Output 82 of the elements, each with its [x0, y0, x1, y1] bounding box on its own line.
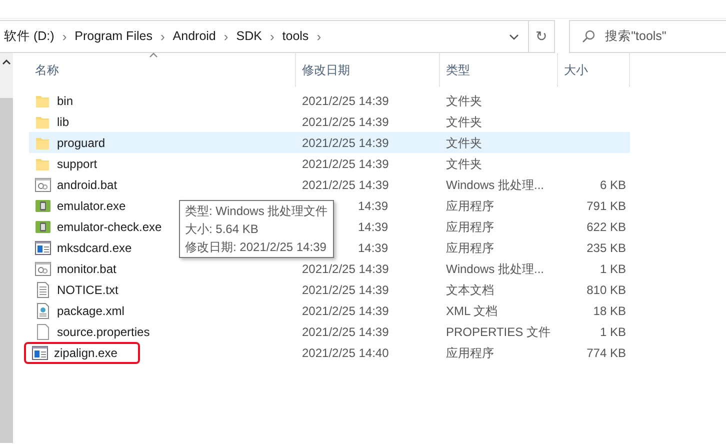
file-name[interactable]: emulator-check.exe — [57, 218, 162, 236]
date-cell: 2021/2/25 14:39 — [302, 262, 389, 276]
size-cell: 791 KB — [586, 198, 626, 212]
type-cell: PROPERTIES 文件 — [446, 324, 550, 338]
type-cell: 应用程序 — [446, 240, 494, 254]
highlighted-file[interactable]: zipalign.exe — [26, 344, 138, 362]
size-cell: 774 KB — [586, 346, 626, 360]
date-cell: 14:39 — [358, 240, 388, 254]
size-cell: 18 KB — [593, 304, 626, 318]
file-icon — [35, 324, 51, 340]
date-cell: 2021/2/25 14:39 — [302, 136, 389, 150]
date-cell: 2021/2/25 14:39 — [302, 324, 389, 338]
column-header[interactable]: 名称 — [29, 53, 296, 87]
address-bar[interactable]: 软件 (D:) › Program Files › Android › SDK › tools › — [0, 20, 529, 53]
type-cell: 文本文档 — [446, 282, 494, 296]
window-file-icon — [32, 344, 48, 360]
column-header[interactable]: 类型 — [440, 53, 558, 87]
file-name[interactable]: proguard — [57, 134, 106, 152]
type-cell: 文件夹 — [446, 94, 482, 108]
date-cell: 2021/2/25 14:39 — [302, 282, 389, 296]
type-cell: Windows 批处理... — [446, 178, 544, 192]
gear-file-icon — [35, 176, 51, 192]
type-cell: XML 文档 — [446, 304, 498, 318]
type-cell: 应用程序 — [446, 220, 494, 234]
size-cell: 1 KB — [600, 324, 626, 338]
column-header[interactable]: 修改日期 — [296, 53, 440, 87]
breadcrumb[interactable]: SDK — [232, 27, 266, 46]
type-cell: 应用程序 — [446, 346, 494, 360]
gear-file-icon — [35, 260, 51, 276]
file-name[interactable]: bin — [57, 92, 74, 110]
size-cell: 235 KB — [586, 240, 626, 254]
file-name[interactable]: source.properties — [57, 322, 150, 340]
breadcrumb[interactable]: Program Files — [70, 27, 156, 46]
size-cell: 1 KB — [600, 262, 626, 276]
phone-icon — [35, 218, 51, 234]
column-header[interactable]: 大小 — [558, 53, 630, 87]
type-cell: 文件夹 — [446, 114, 482, 128]
type-cell: Windows 批处理... — [446, 262, 544, 276]
type-cell: 文件夹 — [446, 156, 482, 170]
breadcrumb[interactable]: 软件 (D:) — [0, 27, 58, 46]
search-field[interactable]: 搜索"tools" — [569, 20, 726, 53]
search-icon — [582, 30, 596, 43]
file-name[interactable]: package.xml — [57, 302, 124, 320]
date-cell: 14:39 — [358, 220, 388, 234]
size-cell: 810 KB — [586, 282, 626, 296]
text-file-icon — [35, 282, 51, 298]
date-cell: 2021/2/25 14:39 — [302, 304, 389, 318]
size-cell: 6 KB — [600, 178, 626, 192]
phone-icon — [35, 198, 51, 214]
window-file-icon — [35, 240, 51, 256]
file-name[interactable]: NOTICE.txt — [57, 280, 118, 298]
date-cell: 2021/2/25 14:39 — [302, 114, 389, 128]
tooltip-line: 修改日期: 2021/2/25 14:39 — [185, 239, 328, 256]
document-icon — [35, 302, 51, 318]
date-cell: 2021/2/25 14:39 — [302, 178, 389, 192]
chevron-icon: › — [266, 26, 278, 46]
size-cell: 622 KB — [586, 220, 626, 234]
tooltip-line: 大小: 5.64 KB — [185, 221, 260, 238]
breadcrumb[interactable]: tools — [278, 27, 313, 46]
file-name[interactable]: monitor.bat — [57, 260, 116, 278]
date-cell: 2021/2/25 14:40 — [302, 346, 389, 360]
refresh-button[interactable]: ↻ — [528, 20, 556, 53]
type-cell: 应用程序 — [446, 198, 494, 212]
file-name[interactable]: support — [57, 154, 98, 172]
file-name[interactable]: mksdcard.exe — [57, 238, 132, 256]
file-name[interactable]: android.bat — [57, 176, 118, 194]
file-name[interactable]: zipalign.exe — [54, 344, 118, 362]
file-name[interactable]: emulator.exe — [57, 196, 126, 214]
tooltip-line: 类型: Windows 批处理文件 — [185, 203, 328, 220]
scroll-up-icon[interactable] — [2, 59, 11, 65]
scrollbar[interactable] — [0, 53, 13, 443]
file-name[interactable]: lib — [57, 112, 70, 130]
chevron-icon: › — [220, 26, 232, 46]
date-cell: 14:39 — [358, 198, 388, 212]
file-row[interactable]: proguard 2021/2/25 14:39 文件夹 — [29, 132, 630, 153]
chevron-icon: › — [58, 26, 71, 46]
chevron-icon: › — [312, 26, 326, 46]
chevron-icon: › — [156, 26, 169, 46]
type-cell: 文件夹 — [446, 136, 482, 150]
date-cell: 2021/2/25 14:39 — [302, 94, 389, 108]
date-cell: 2021/2/25 14:39 — [302, 156, 389, 170]
breadcrumb[interactable]: Android — [168, 27, 220, 46]
